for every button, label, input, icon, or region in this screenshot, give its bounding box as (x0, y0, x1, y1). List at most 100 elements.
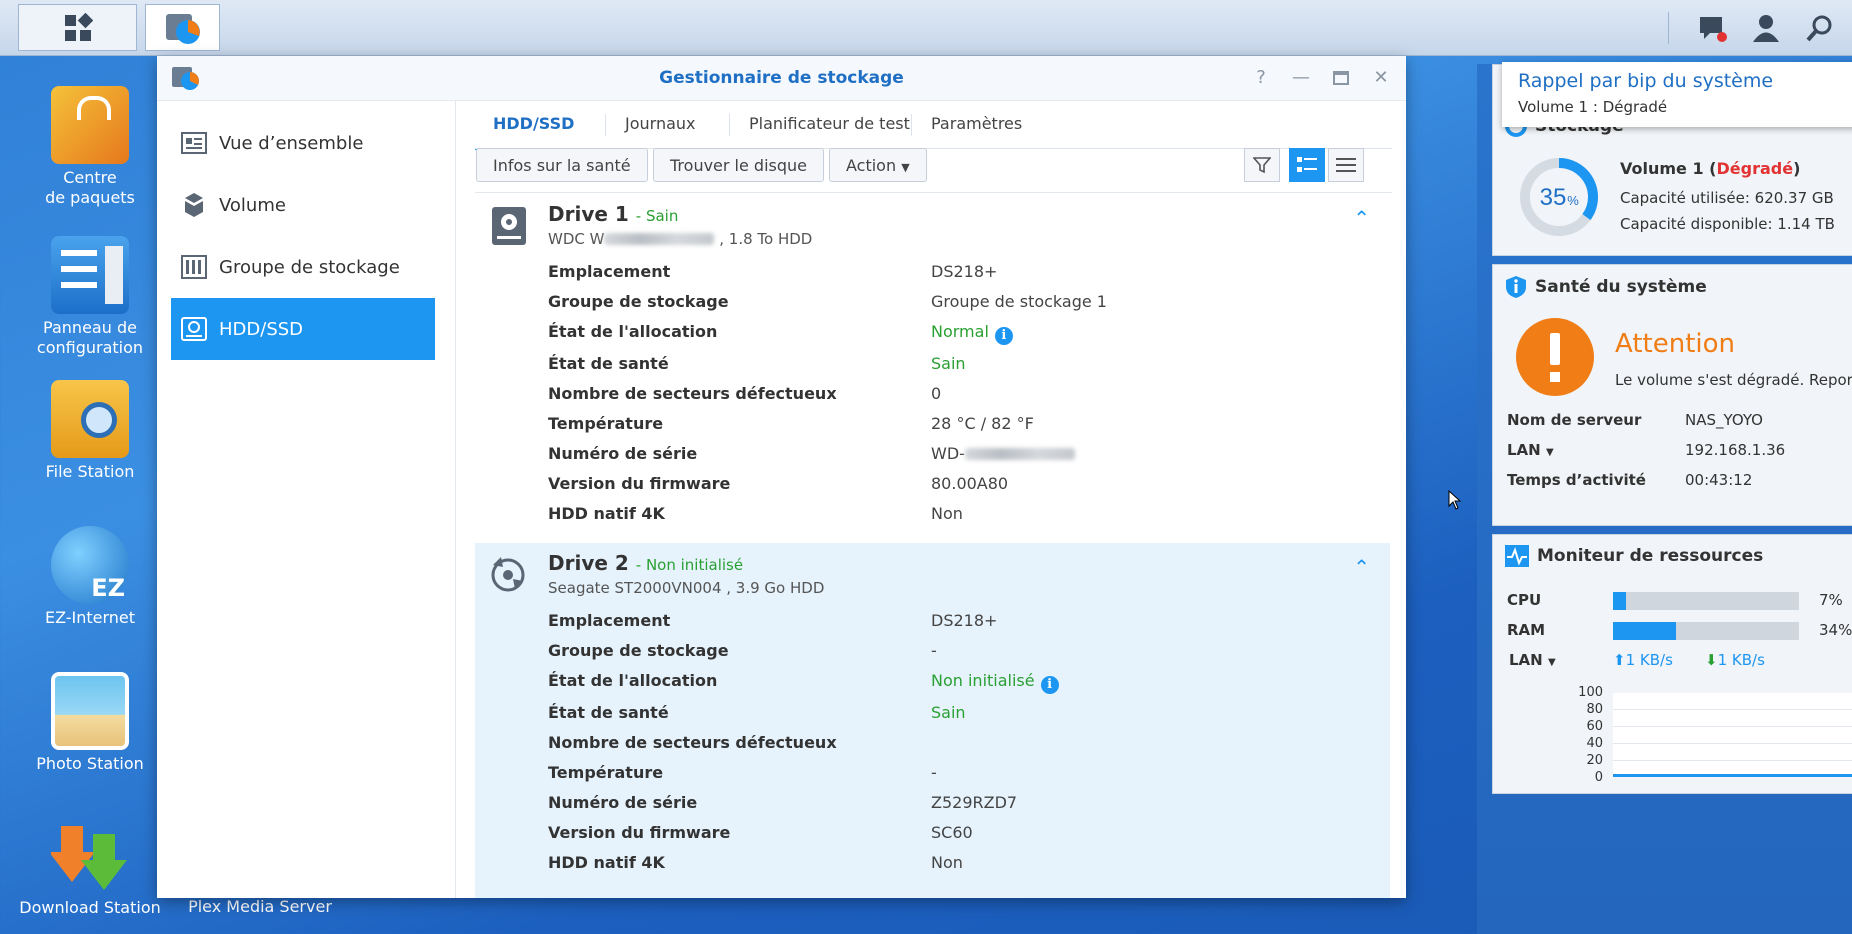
desktop-file-station[interactable]: File Station (15, 380, 165, 482)
ram-bar (1613, 622, 1799, 640)
desktop-plex-media-server[interactable]: Plex Media Server (185, 897, 335, 917)
detail-key: Nombre de secteurs défectueux (548, 384, 837, 403)
desktop-ez-internet[interactable]: EZ EZ-Internet (15, 526, 165, 628)
detail-row: Groupe de stockage Groupe de stockage 1 (548, 292, 1378, 322)
user-button[interactable] (1746, 10, 1786, 46)
action-dropdown[interactable]: Action ▼ (829, 148, 927, 182)
storage-manager-taskbar-button[interactable] (145, 4, 220, 51)
photo-station-icon (51, 672, 129, 750)
cpu-bar (1613, 592, 1799, 610)
desktop-control-panel[interactable]: Panneau de configuration (15, 236, 165, 358)
detail-view-button[interactable] (1289, 148, 1325, 182)
maximize-icon[interactable] (1329, 66, 1353, 90)
volume-status: Volume 1 (Dégradé) (1620, 159, 1800, 178)
sidebar-item-volume[interactable]: Volume (171, 174, 435, 236)
drive-1-panel[interactable]: Drive 1 - Sain WDC W , 1.8 To HDD ⌃ Empl… (475, 194, 1390, 594)
search-button[interactable] (1800, 10, 1840, 46)
model-suffix: , 1.8 To HDD (719, 230, 813, 248)
desktop-download-station[interactable]: Download Station (15, 816, 165, 918)
detail-key: Version du firmware (548, 474, 731, 493)
hdd-icon (181, 317, 207, 341)
close-icon[interactable]: ✕ (1369, 66, 1393, 90)
widget-title-text: Santé du système (1535, 277, 1707, 297)
y-tick: 20 (1586, 753, 1603, 768)
filter-button[interactable] (1244, 148, 1280, 182)
ram-value: 34% (1819, 621, 1852, 639)
desktop-label: configuration (36, 338, 144, 357)
lan-dropdown[interactable]: LAN ▼ (1509, 651, 1556, 669)
redacted-text (604, 233, 715, 245)
arrow-down-icon: ⬇ (1705, 651, 1718, 669)
sidebar-item-storage-pool[interactable]: Groupe de stockage (171, 236, 435, 298)
desktop-photo-station[interactable]: Photo Station (15, 672, 165, 774)
resource-monitor-widget[interactable]: Moniteur de ressources CPU 7% RAM 34% LA… (1492, 534, 1852, 794)
download-rate: ⬇1 KB/s (1705, 651, 1765, 669)
package-center-icon (51, 86, 129, 164)
tab-test-scheduler[interactable]: Planificateur de test (731, 100, 928, 148)
detail-value: Sain (931, 703, 966, 722)
volume-label: Volume 1 ( (1620, 159, 1717, 178)
notification-popup[interactable]: Rappel par bip du système Volume 1 : Dég… (1502, 62, 1852, 127)
collapse-chevron-up-icon[interactable]: ⌃ (1353, 206, 1370, 230)
detail-value: DS218+ (931, 611, 998, 630)
tab-settings[interactable]: Paramètres (913, 100, 1040, 148)
tab-divider (605, 114, 606, 136)
info-icon[interactable]: i (994, 327, 1013, 345)
system-health-widget[interactable]: Santé du système Attention Le volume s'e… (1492, 264, 1852, 526)
detail-key: État de santé (548, 354, 669, 373)
drive-2-panel[interactable]: Drive 2 - Non initialisé Seagate ST2000V… (475, 543, 1390, 898)
notification-button[interactable] (1692, 10, 1732, 46)
usage-percent-unit: % (1567, 193, 1579, 208)
detail-row: HDD natif 4K Non (548, 853, 1378, 883)
detail-row: Emplacement DS218+ (548, 611, 1378, 641)
detail-key: HDD natif 4K (548, 853, 665, 872)
detail-row: Numéro de série Z529RZD7 (548, 793, 1378, 823)
sidebar-item-overview[interactable]: Vue d’ensemble (171, 112, 435, 174)
tab-logs[interactable]: Journaux (607, 100, 714, 148)
drive-state: - Non initialisé (635, 556, 744, 574)
list-view-button[interactable] (1328, 148, 1364, 182)
collapse-chevron-up-icon[interactable]: ⌃ (1353, 555, 1370, 579)
drive-2-title: Drive 2 - Non initialisé (548, 551, 743, 575)
y-tick: 60 (1586, 719, 1603, 734)
detail-key: État de l'allocation (548, 671, 718, 690)
health-message: Le volume s'est dégradé. Repor (1615, 371, 1852, 389)
usage-percent: 35 (1540, 184, 1567, 211)
tab-bar: HDD/SSD Journaux Planificateur de test P… (457, 100, 1406, 150)
health-info-button[interactable]: Infos sur la santé (476, 148, 648, 182)
detail-key: Version du firmware (548, 823, 731, 842)
desktop-label: EZ-Internet (44, 608, 136, 627)
sidebar-item-hdd-ssd[interactable]: HDD/SSD (171, 298, 435, 360)
help-icon[interactable]: ? (1249, 66, 1273, 90)
tab-divider (729, 114, 730, 136)
notification-title: Rappel par bip du système (1518, 70, 1774, 92)
user-icon (1753, 15, 1779, 42)
main-menu-button[interactable] (18, 4, 137, 51)
drive-1-model: WDC W , 1.8 To HDD (548, 230, 812, 248)
window-titlebar[interactable]: Gestionnaire de stockage ? — ✕ (157, 56, 1406, 101)
detail-row: Température 28 °C / 82 °F (548, 414, 1378, 444)
lan-dropdown[interactable]: LAN ▼ (1507, 441, 1554, 459)
info-icon[interactable]: i (1040, 676, 1059, 694)
detail-list-icon (1297, 157, 1317, 172)
tab-hdd-ssd[interactable]: HDD/SSD (475, 100, 593, 150)
locate-disk-button[interactable]: Trouver le disque (653, 148, 825, 182)
detail-value: 0 (931, 384, 942, 403)
detail-row: Nombre de secteurs défectueux 0 (548, 384, 1378, 414)
desktop-package-center[interactable]: Centre de paquets (15, 86, 165, 208)
drive-state: - Sain (635, 207, 679, 225)
detail-key: État de l'allocation (548, 322, 718, 341)
server-name-value: NAS_YOYO (1685, 411, 1763, 429)
detail-row: État de santé Sain (548, 703, 1378, 733)
upload-rate-value: 1 KB/s (1625, 651, 1673, 669)
overview-icon (181, 132, 207, 154)
y-tick: 0 (1594, 770, 1603, 785)
download-rate-value: 1 KB/s (1717, 651, 1765, 669)
network-chart-y-axis: 100 80 60 40 20 0 (1553, 685, 1603, 787)
ram-label: RAM (1507, 621, 1546, 639)
used-capacity: Capacité utilisée: 620.37 GB (1620, 189, 1834, 207)
minimize-icon[interactable]: — (1289, 66, 1313, 90)
desktop-label: Centre (63, 168, 117, 187)
storage-manager-window: Gestionnaire de stockage ? — ✕ Vue d’ens… (157, 56, 1406, 898)
network-chart-line (1613, 774, 1852, 777)
